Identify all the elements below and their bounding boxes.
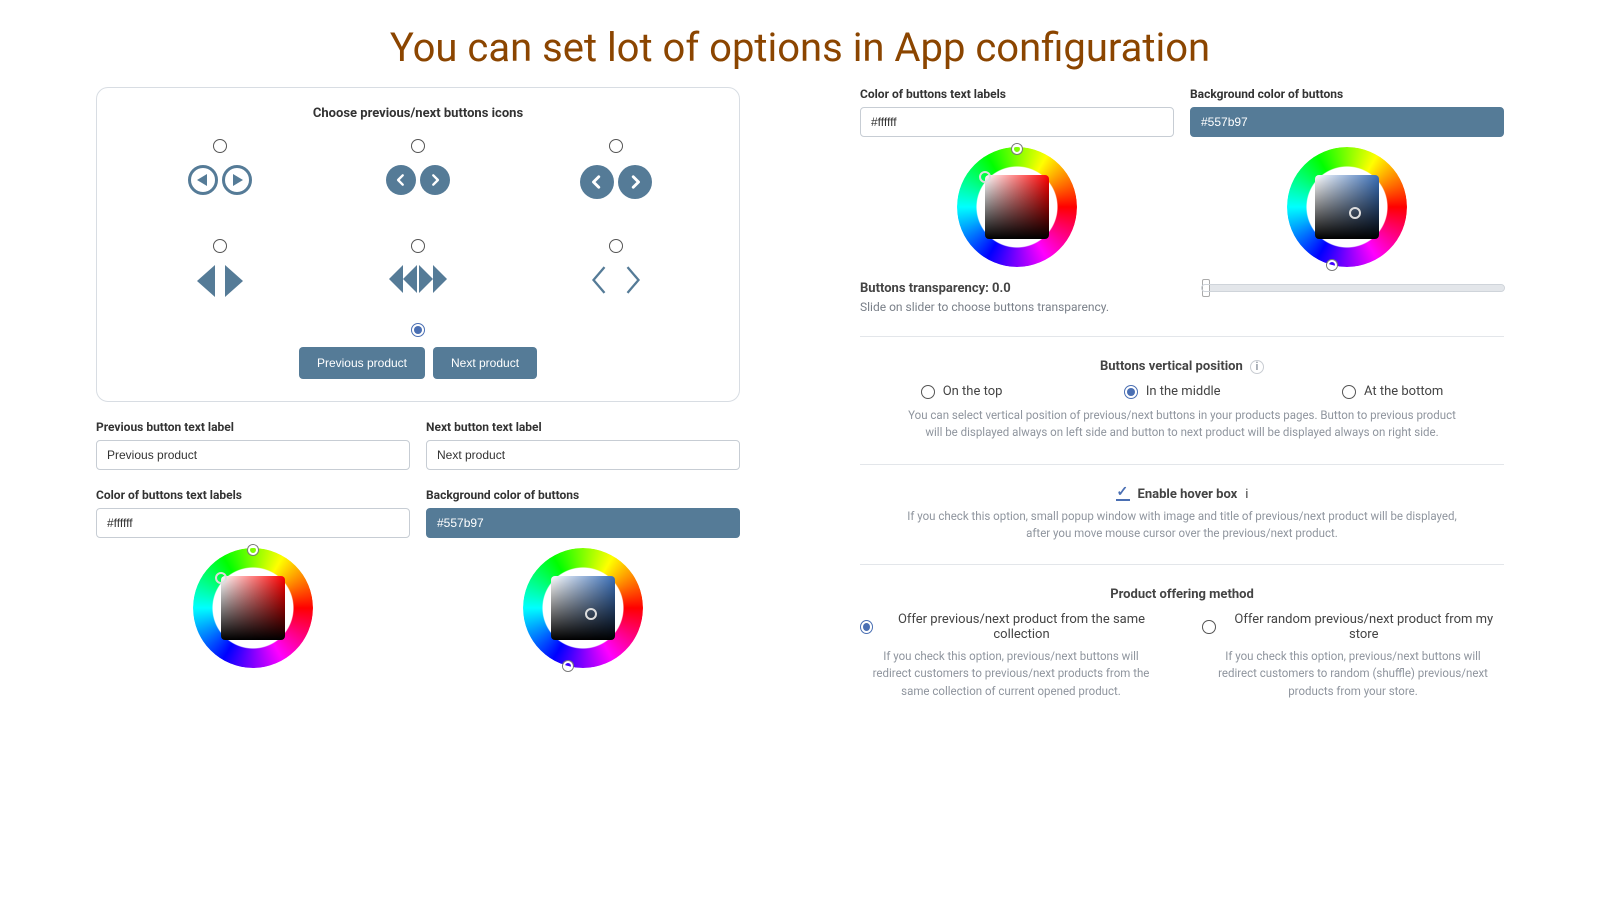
angle-left-icon xyxy=(588,265,610,299)
icon-option-3[interactable] xyxy=(517,139,715,199)
vpos-option-top[interactable]: On the top xyxy=(921,384,1003,399)
vpos-option-middle[interactable]: In the middle xyxy=(1124,384,1221,399)
offer-heading: Product offering method xyxy=(860,587,1504,602)
bg-color-input-left[interactable] xyxy=(426,508,740,538)
preview-prev-button[interactable]: Previous product xyxy=(299,347,425,379)
icon-chooser-title: Choose previous/next buttons icons xyxy=(121,106,715,121)
icon-option-1-radio[interactable] xyxy=(213,139,227,153)
sv-handle-icon[interactable] xyxy=(1349,207,1361,219)
triangle-left-icon xyxy=(197,265,215,297)
offer-a-desc: If you check this option, previous/next … xyxy=(871,648,1151,700)
bg-color-title-left: Background color of buttons xyxy=(426,488,740,502)
hover-desc: If you check this option, small popup wi… xyxy=(902,508,1462,543)
vpos-radio-bottom[interactable] xyxy=(1342,385,1356,399)
transparency-desc: Slide on slider to choose buttons transp… xyxy=(860,300,1162,314)
preview-next-button[interactable]: Next product xyxy=(433,347,537,379)
info-icon[interactable]: i xyxy=(1250,360,1264,374)
offer-b-desc: If you check this option, previous/next … xyxy=(1213,648,1493,700)
arrow-circle-left-icon xyxy=(188,165,218,195)
vpos-radio-middle[interactable] xyxy=(1124,385,1138,399)
sv-handle-icon[interactable] xyxy=(979,171,991,183)
vpos-radio-top[interactable] xyxy=(921,385,935,399)
offer-radio-b[interactable] xyxy=(1202,620,1216,634)
icon-chooser-card: Choose previous/next buttons icons xyxy=(96,87,740,402)
icon-option-1[interactable] xyxy=(121,139,319,199)
chevron-circle-left-large-icon xyxy=(580,165,614,199)
double-triangle-left-icon xyxy=(389,265,417,293)
divider xyxy=(860,336,1504,337)
left-column: Choose previous/next buttons icons xyxy=(96,87,740,700)
hover-label: Enable hover box xyxy=(1138,487,1238,502)
vpos-option-bottom[interactable]: At the bottom xyxy=(1342,384,1443,399)
chevron-circle-left-icon xyxy=(386,165,416,195)
hue-handle-icon[interactable] xyxy=(1327,260,1337,270)
right-column: Color of buttons text labels Background … xyxy=(860,87,1504,700)
bg-color-input-right[interactable] xyxy=(1190,107,1504,137)
divider xyxy=(860,564,1504,565)
text-color-title-left: Color of buttons text labels xyxy=(96,488,410,502)
page-title: You can set lot of options in App config… xyxy=(0,0,1600,87)
icon-option-6-radio[interactable] xyxy=(609,239,623,253)
icon-option-2[interactable] xyxy=(319,139,517,199)
offer-option-a[interactable]: Offer previous/next product from the sam… xyxy=(860,612,1162,642)
text-color-title-right: Color of buttons text labels xyxy=(860,87,1174,101)
hue-handle-icon[interactable] xyxy=(248,545,258,555)
text-color-input-right[interactable] xyxy=(860,107,1174,137)
icon-option-6[interactable] xyxy=(517,239,715,299)
sv-handle-icon[interactable] xyxy=(215,572,227,584)
icon-option-5[interactable] xyxy=(319,239,517,299)
icon-option-4[interactable] xyxy=(121,239,319,299)
bg-color-picker-left[interactable] xyxy=(523,548,643,668)
icon-option-7-radio[interactable] xyxy=(411,323,425,337)
next-label-input[interactable] xyxy=(426,440,740,470)
bg-color-title-right: Background color of buttons xyxy=(1190,87,1504,101)
offer-option-b[interactable]: Offer random previous/next product from … xyxy=(1202,612,1504,642)
double-triangle-right-icon xyxy=(419,265,447,293)
divider xyxy=(860,464,1504,465)
chevron-circle-right-icon xyxy=(420,165,450,195)
vpos-heading: Buttons vertical position i xyxy=(860,359,1504,374)
icon-option-3-radio[interactable] xyxy=(609,139,623,153)
hue-handle-icon[interactable] xyxy=(1012,144,1022,154)
prev-label-input[interactable] xyxy=(96,440,410,470)
text-color-input-left[interactable] xyxy=(96,508,410,538)
next-label-title: Next button text label xyxy=(426,420,740,434)
hover-checkbox[interactable] xyxy=(1116,487,1130,501)
triangle-right-icon xyxy=(225,265,243,297)
icon-option-5-radio[interactable] xyxy=(411,239,425,253)
transparency-slider[interactable] xyxy=(1202,285,1504,291)
icon-option-2-radio[interactable] xyxy=(411,139,425,153)
text-color-picker-left[interactable] xyxy=(193,548,313,668)
sv-handle-icon[interactable] xyxy=(585,608,597,620)
bg-color-picker-right[interactable] xyxy=(1287,147,1407,267)
text-color-picker-right[interactable] xyxy=(957,147,1077,267)
transparency-label: Buttons transparency: 0.0 xyxy=(860,281,1162,296)
vpos-desc: You can select vertical position of prev… xyxy=(902,407,1462,442)
info-icon[interactable]: i xyxy=(1245,487,1248,502)
offer-radio-a[interactable] xyxy=(860,620,873,634)
hue-handle-icon[interactable] xyxy=(563,661,573,671)
icon-option-4-radio[interactable] xyxy=(213,239,227,253)
prev-label-title: Previous button text label xyxy=(96,420,410,434)
angle-right-icon xyxy=(622,265,644,299)
arrow-circle-right-icon xyxy=(222,165,252,195)
chevron-circle-right-large-icon xyxy=(618,165,652,199)
